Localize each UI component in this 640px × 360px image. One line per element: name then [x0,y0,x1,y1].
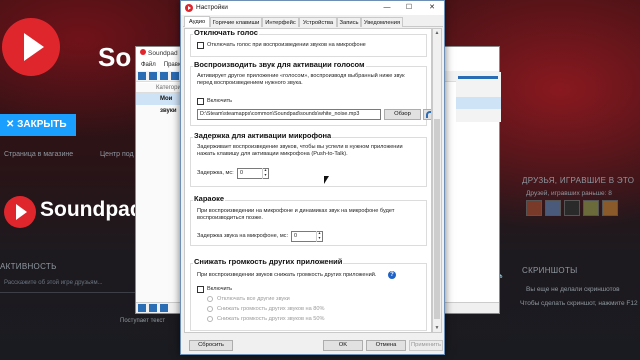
soundpad-app-icon [140,49,146,55]
ducking-checkbox[interactable] [197,286,204,293]
karaoke-title: Караоке [193,194,226,203]
headphones-preview-icon[interactable] [423,109,431,120]
karaoke-desc: При воспроизведении на микрофоне и динам… [197,208,395,221]
mute-voice-checkbox[interactable] [197,42,204,49]
volume-slider[interactable] [458,76,498,79]
activation-sound-desc: Активирует другое приложение «голосом», … [197,73,405,86]
tab-hotkeys[interactable]: Горячие клавиши [210,17,262,27]
maximize-button[interactable]: ☐ [398,1,420,15]
friend-avatar[interactable] [602,200,618,216]
apply-button[interactable]: Применить [409,340,443,351]
mic-delay-desc: Задерживает воспроизведение звуков, чтоб… [197,144,403,157]
activation-sound-enable-label: Включить [207,98,233,104]
karaoke-delay-label: Задержка звука на микрофоне, мс: [197,233,289,239]
play-icon[interactable] [138,72,146,80]
soundpad-window-title: Soundpad [148,50,178,57]
ducking-title: Снижать громкость других приложений [193,257,344,266]
speaker-icon[interactable] [171,72,179,80]
mouse-cursor-icon [324,176,329,184]
browse-button[interactable]: Обзор [384,109,421,120]
ducking-option-radio[interactable] [207,306,213,312]
settings-scrollbar[interactable]: ▲ ▼ [432,28,442,333]
tab-recording[interactable]: Запись [337,17,361,27]
reset-button[interactable]: Сбросить [189,340,233,351]
friend-avatar[interactable] [545,200,561,216]
play-bottom-icon[interactable] [138,304,146,312]
soundpad-logo-small-icon [4,196,36,228]
ducking-help-icon[interactable]: ? [388,271,396,279]
activity-status-text: Поступает текст [120,318,166,324]
friends-count: Друзей, игравших раньше: 8 [526,190,612,197]
friend-avatar[interactable] [526,200,542,216]
ducking-enable-label: Включить [207,286,233,292]
a-icon[interactable] [160,304,168,312]
dialog-title: Настройки [196,4,228,11]
support-link[interactable]: Центр под [100,151,134,158]
friend-avatar[interactable] [564,200,580,216]
activity-placeholder[interactable]: Расскажите об этой игре друзьям... [4,280,103,286]
ducking-option-mute-all: Отключать все другие звуки [217,296,290,302]
mute-voice-label: Отключать голос при воспроизведении звук… [207,42,366,48]
screenshots-heading: СКРИНШОТЫ [522,266,578,275]
store-page-link[interactable]: Страница в магазине [4,151,73,158]
tab-audio[interactable]: Аудио [184,16,210,27]
activity-heading: АКТИВНОСТЬ [0,262,57,271]
settings-dialog: Настройки — ☐ ✕ Аудио Горячие клавиши Ин… [180,0,445,355]
mic-delay-spinner[interactable]: ▲ ▼ [262,168,268,179]
close-x-icon: ✕ [6,119,18,130]
ducking-option-50: Снижать громкость других звуков на 50% [217,316,325,322]
tab-devices[interactable]: Устройства [299,17,337,27]
screenshots-empty-text: Вы еще не делали скриншотов [526,286,620,293]
close-overlay-button[interactable]: ✕ ЗАКРЫТЬ [0,114,76,136]
soundpad-dialog-icon [185,4,193,12]
game-logo-title: Soundpad [40,198,143,221]
scroll-up-icon[interactable]: ▲ [433,29,441,37]
mic-delay-label: Задержка, мс: [197,170,234,176]
ducking-option-radio[interactable] [207,296,213,302]
activation-sound-title: Воспроизводить звук для активации голосо… [193,60,366,69]
mic-icon[interactable] [149,72,157,80]
minimize-button[interactable]: — [376,1,398,15]
menu-file[interactable]: Файл [141,62,156,68]
audio-settings-panel: Отключать голос Отключать голос при восп… [184,28,432,333]
h-icon[interactable] [149,304,157,312]
dialog-titlebar: Настройки — ☐ ✕ [181,1,444,15]
sound-file-path-input[interactable]: D:\Steam\steamapps\common\Soundpad\sound… [197,109,381,120]
karaoke-delay-spinner[interactable]: ▲ ▼ [316,231,322,242]
tab-notifications[interactable]: Уведомления [361,17,403,27]
friend-avatar[interactable] [583,200,599,216]
ducking-option-radio[interactable] [207,316,213,322]
ducking-option-80: Снижать громкость других звуков на 80% [217,306,325,312]
scroll-down-icon[interactable]: ▼ [433,324,441,332]
close-button[interactable]: ✕ [421,1,443,15]
scroll-thumb[interactable] [434,119,440,319]
ducking-desc: При воспроизведении звуков снижать громк… [197,272,377,278]
mute-voice-title: Отключать голос [193,28,259,37]
hero-title: So [98,42,132,72]
activation-sound-checkbox[interactable] [197,98,204,105]
settings-tabs: Аудио Горячие клавиши Интерфейс Устройст… [183,16,443,27]
mic-delay-title: Задержка для активации микрофона [193,131,333,140]
ok-button[interactable]: OK [323,340,363,351]
sound-list-selected-row[interactable] [456,97,501,109]
headphones-icon[interactable] [160,72,168,80]
tab-interface[interactable]: Интерфейс [262,17,299,27]
screenshots-hint-text: Чтобы сделать скриншот, нажмите F12 [520,300,638,307]
friends-heading: ДРУЗЬЯ, ИГРАВШИЕ В ЭТО [522,176,635,185]
soundpad-logo-icon [2,18,60,76]
cancel-button[interactable]: Отмена [366,340,406,351]
